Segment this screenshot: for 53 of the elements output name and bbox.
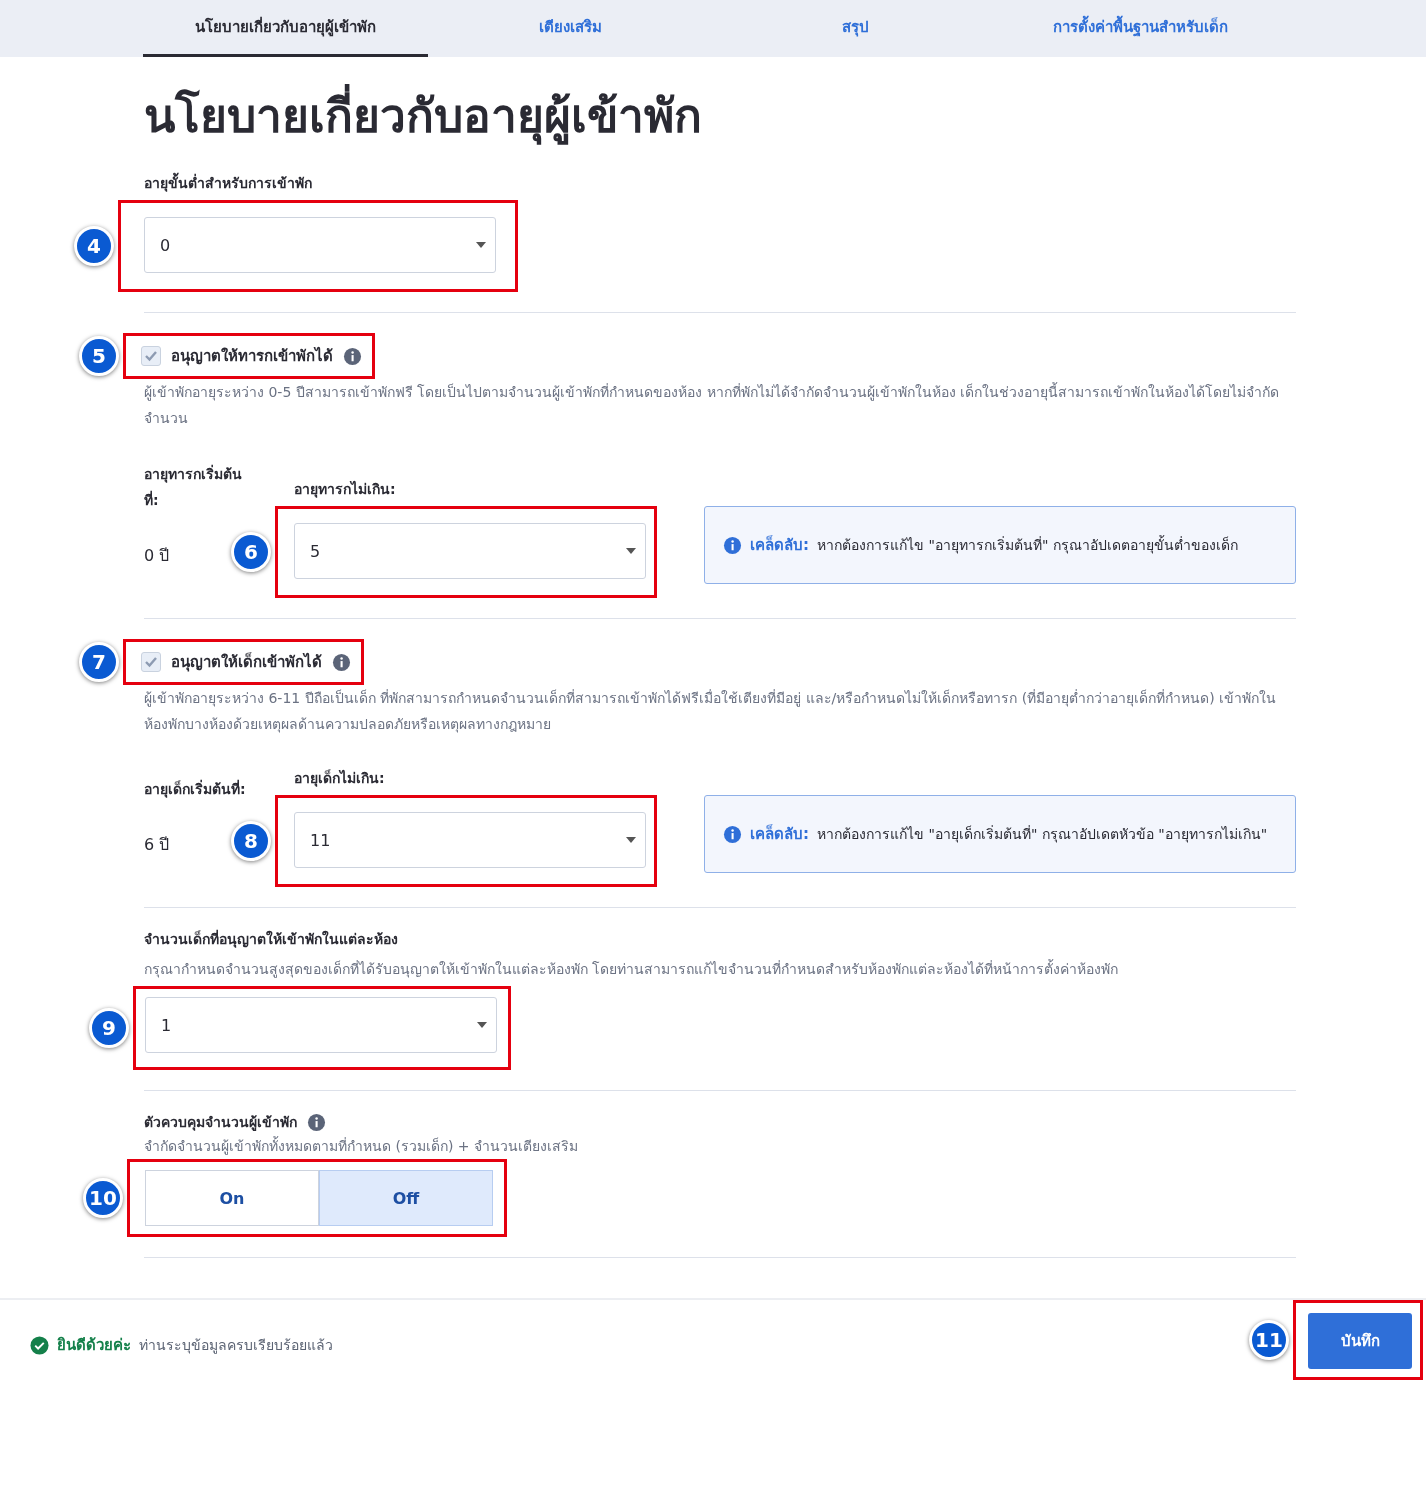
- caret-icon: [625, 836, 637, 844]
- check-icon: [144, 349, 158, 363]
- field-label: จำนวนเด็กที่อนุญาตให้เข้าพักในแต่ละห้อง: [144, 928, 399, 950]
- tip-label: เคล็ดลับ:: [750, 534, 809, 556]
- tip-text: หากต้องการแก้ไข "อายุทารกเริ่มต้นที่" กรุณาอัปเดตอายุขั้นต่ำของเด็ก: [817, 534, 1238, 556]
- checkbox-label: อนุญาตให้ทารกเข้าพักได้: [171, 345, 333, 368]
- callout-badge: 5: [79, 336, 119, 376]
- tab[interactable]: นโยบายเกี่ยวกับอายุผู้เข้าพัก: [143, 0, 428, 57]
- checkbox-label: อนุญาตให้เด็กเข้าพักได้: [171, 651, 322, 674]
- caret-icon: [475, 241, 487, 249]
- description: จำกัดจำนวนผู้เข้าพักทั้งหมดตามที่กำหนด (รวมเด็ก) + จำนวนเตียงเสริม: [144, 1135, 579, 1157]
- check-icon: [144, 655, 158, 669]
- callout-badge: 4: [74, 226, 114, 266]
- callout-badge: 7: [79, 642, 119, 682]
- field-value: 6 ปี: [144, 834, 170, 856]
- status-text: ท่านระบุข้อมูลครบเรียบร้อยแล้ว: [139, 1336, 333, 1356]
- save-button[interactable]: บันทึก: [1308, 1313, 1412, 1369]
- caret-icon: [476, 1021, 488, 1029]
- tip-label: เคล็ดลับ:: [750, 823, 809, 845]
- dropdown[interactable]: 11: [294, 812, 646, 868]
- field-label: อายุเด็กเริ่มต้นที่:: [144, 778, 247, 800]
- description: ผู้เข้าพักอายุระหว่าง 6-11 ปีถือเป็นเด็ก ที่พักสามารถกำหนดจำนวนเด็กที่สามารถเข้าพักได้ฟรีเมื่อใช้เตียงที่มีอยู่ และ/หรือกำหนดไม่ให้เด็กหรือทารก (ที่มีอายุต่ำกว่าอายุเด็กที่กำหนด) เข้าพักในห้องพักบางห้องด้วยเหตุผลด้านความปลอดภัยหรือเหตุผลทางกฎหมาย: [144, 688, 1278, 735]
- field-label: อายุทารกไม่เกิน:: [294, 480, 397, 500]
- field-value: 0 ปี: [144, 545, 170, 567]
- info-icon: [343, 346, 362, 366]
- info-icon: [723, 824, 742, 844]
- toggle-option[interactable]: Off: [319, 1170, 493, 1226]
- description: ผู้เข้าพักอายุระหว่าง 0-5 ปีสามารถเข้าพักฟรี โดยเป็นไปตามจำนวนผู้เข้าพักที่กำหนดของห้อง หากที่พักไม่ได้จำกัดจำนวนผู้เข้าพักในห้อง เด็กในช่วงอายุนี้สามารถเข้าพักในห้องได้โดยไม่จำกัดจำนวน: [144, 381, 1281, 428]
- field-label: ตัวควบคุมจำนวนผู้เข้าพัก: [144, 1113, 297, 1133]
- tab[interactable]: สรุป: [713, 0, 998, 57]
- status-title: ยินดีด้วยค่ะ: [57, 1335, 131, 1356]
- callout-badge: 6: [231, 532, 271, 572]
- toggle-option[interactable]: On: [145, 1170, 319, 1226]
- dropdown[interactable]: 5: [294, 523, 646, 579]
- description: กรุณากำหนดจำนวนสูงสุดของเด็กที่ได้รับอนุญาตให้เข้าพักในแต่ละห้องพัก โดยท่านสามารถแก้ไขจำนวนที่กำหนดสำหรับห้องพักแต่ละห้องได้ที่หน้าการตั้งค่าห้องพัก: [144, 958, 1120, 980]
- callout-badge: 9: [89, 1008, 129, 1048]
- check-circle-icon: [30, 1335, 49, 1355]
- tip-text: หากต้องการแก้ไข "อายุเด็กเริ่มต้นที่" กรุณาอัปเดตหัวข้อ "อายุทารกไม่เกิน": [817, 824, 1268, 845]
- field-label: อายุทารกเริ่มต้นที่:: [144, 463, 243, 510]
- callout-badge: 11: [1249, 1320, 1289, 1360]
- dropdown[interactable]: 1: [145, 997, 497, 1053]
- field-label: อายุเด็กไม่เกิน:: [294, 768, 386, 789]
- info-icon: [307, 1112, 326, 1132]
- field-label: อายุขั้นต่ำสำหรับการเข้าพัก: [144, 172, 1296, 194]
- info-icon: [723, 535, 742, 555]
- callout-badge: 8: [231, 821, 271, 861]
- tab[interactable]: การตั้งค่าพื้นฐานสำหรับเด็ก: [998, 0, 1283, 57]
- info-icon: [332, 652, 351, 672]
- callout-badge: 10: [83, 1178, 123, 1218]
- dropdown[interactable]: 0: [144, 217, 496, 273]
- tab[interactable]: เตียงเสริม: [428, 0, 713, 57]
- caret-icon: [625, 547, 637, 555]
- page-title: นโยบายเกี่ยวกับอายุผู้เข้าพัก: [144, 79, 1296, 152]
